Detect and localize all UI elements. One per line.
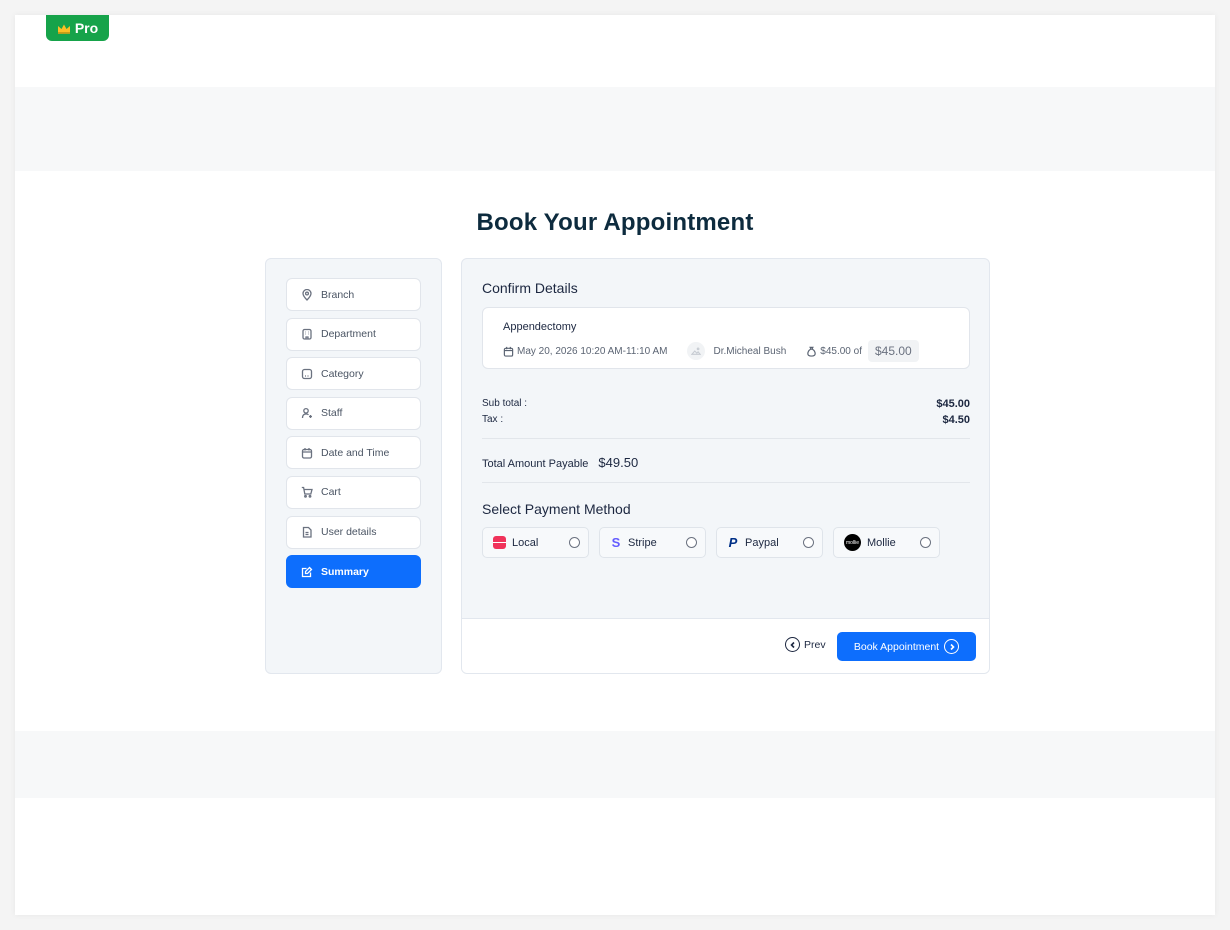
total-row: Total Amount Payable $49.50: [482, 455, 638, 470]
step-label: Date and Time: [321, 446, 390, 459]
book-appointment-button[interactable]: Book Appointment: [837, 632, 976, 661]
steps-sidebar: Branch Department Category Staff Date an…: [265, 258, 442, 674]
stripe-icon: S: [611, 535, 621, 550]
user-plus-icon: [301, 408, 312, 419]
page-frame: Pro Book Your Appointment Branch Departm…: [15, 15, 1215, 915]
pro-badge-label: Pro: [74, 20, 99, 36]
payment-option-label: Mollie: [867, 536, 896, 549]
avatar: [687, 342, 706, 360]
cart-icon: [301, 487, 313, 499]
step-label: Category: [321, 367, 364, 380]
page-title: Book Your Appointment: [476, 209, 754, 236]
step-staff[interactable]: Staff: [286, 396, 421, 430]
pro-badge[interactable]: Pro: [46, 15, 109, 41]
money-bag-icon: [807, 346, 817, 357]
step-label: User details: [321, 526, 377, 539]
payment-methods: Local S Stripe P Paypal mollie Mollie: [482, 527, 940, 558]
step-label: Branch: [321, 288, 355, 301]
action-bar: Prev Book Appointment: [462, 618, 989, 673]
prev-button-label: Prev: [804, 638, 826, 651]
payment-option-label: Stripe: [628, 536, 657, 549]
subtotal-row: Sub total : $45.00: [482, 398, 970, 410]
appointment-datetime: May 20, 2026 10:20 AM-11:10 AM: [517, 345, 668, 357]
divider: [482, 482, 970, 483]
step-cart[interactable]: Cart: [286, 475, 421, 509]
step-user-details[interactable]: User details: [286, 515, 421, 549]
avatar-placeholder-icon: [691, 347, 702, 355]
location-pin-icon: [302, 288, 312, 301]
appointment-meta: May 20, 2026 10:20 AM-11:10 AM Dr.Michea…: [503, 340, 919, 362]
payment-option-label: Paypal: [745, 536, 779, 549]
doctor-name: Dr.Micheal Bush: [713, 345, 787, 357]
tax-label: Tax :: [482, 414, 504, 425]
mollie-icon: mollie: [844, 534, 861, 551]
radio-button[interactable]: [803, 537, 814, 548]
price-of-label: $45.00 of: [820, 345, 862, 357]
divider: [482, 438, 970, 439]
service-price: $45.00: [868, 340, 919, 362]
confirm-details-title: Confirm Details: [482, 280, 578, 296]
calendar-icon: [301, 447, 313, 459]
step-category[interactable]: Category: [286, 357, 421, 391]
building-icon: [302, 328, 312, 340]
category-icon: [301, 368, 313, 379]
paypal-icon: P: [728, 535, 738, 550]
payment-option-paypal[interactable]: P Paypal: [716, 527, 823, 558]
payment-method-title: Select Payment Method: [482, 501, 631, 517]
radio-button[interactable]: [569, 537, 580, 548]
step-date-time[interactable]: Date and Time: [286, 436, 421, 470]
service-name: Appendectomy: [503, 321, 577, 333]
payment-option-mollie[interactable]: mollie Mollie: [833, 527, 940, 558]
step-label: Cart: [321, 486, 341, 499]
calendar-icon: [503, 346, 514, 357]
subtotal-value: $45.00: [936, 398, 970, 410]
local-pay-icon: [493, 536, 506, 549]
tax-row: Tax : $4.50: [482, 414, 970, 426]
step-summary[interactable]: Summary: [286, 555, 421, 589]
step-branch[interactable]: Branch: [286, 278, 421, 311]
total-value: $49.50: [598, 455, 639, 470]
step-label: Staff: [321, 407, 343, 420]
document-icon: [302, 526, 312, 538]
radio-button[interactable]: [920, 537, 931, 548]
header-band: [15, 87, 1215, 171]
total-label: Total Amount Payable: [482, 458, 589, 470]
appointment-details-card: Appendectomy May 20, 2026 10:20 AM-11:10…: [482, 307, 970, 369]
crown-icon: [57, 24, 70, 34]
payment-option-stripe[interactable]: S Stripe: [599, 527, 706, 558]
prev-button[interactable]: Prev: [785, 637, 826, 652]
tax-value: $4.50: [942, 414, 970, 426]
chevron-right-icon: [944, 639, 960, 654]
chevron-left-icon: [785, 637, 800, 652]
step-label: Department: [321, 328, 376, 341]
step-label: Summary: [321, 565, 369, 578]
book-button-label: Book Appointment: [853, 640, 940, 653]
confirm-panel: Confirm Details Appendectomy May 20, 202…: [461, 258, 990, 674]
subtotal-label: Sub total :: [482, 398, 528, 409]
payment-option-label: Local: [512, 536, 539, 549]
radio-button[interactable]: [686, 537, 697, 548]
edit-note-icon: [301, 566, 313, 577]
footer-band: [15, 731, 1215, 798]
step-department[interactable]: Department: [286, 317, 421, 351]
payment-option-local[interactable]: Local: [482, 527, 589, 558]
